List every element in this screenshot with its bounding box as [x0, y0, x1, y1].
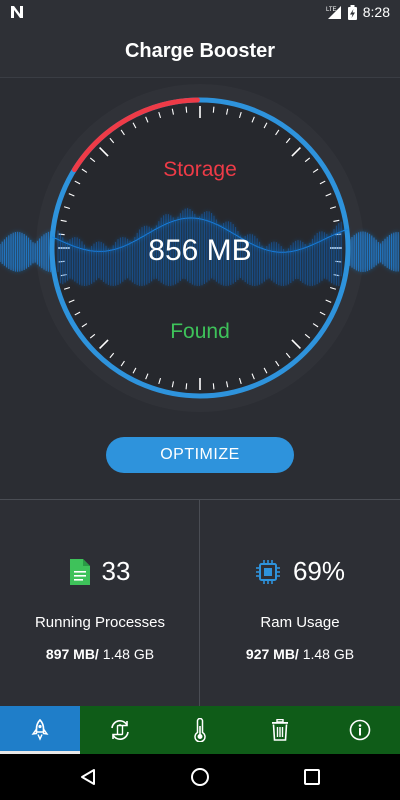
- ram-memory-total: 1.48 GB: [298, 646, 355, 662]
- running-processes-card[interactable]: 33 Running Processes 897 MB/ 1.48 GB: [0, 500, 200, 707]
- processes-memory: 897 MB/ 1.48 GB: [0, 646, 200, 662]
- nav-junk-cleaner[interactable]: [240, 706, 320, 754]
- signal-icon: LTE: [326, 6, 341, 19]
- storage-label: Storage: [163, 158, 237, 181]
- storage-gauge: Storage 856 MB Found: [0, 78, 400, 428]
- found-label: Found: [170, 320, 230, 343]
- processes-label: Running Processes: [34, 614, 166, 631]
- gauge-tick: [212, 106, 215, 113]
- nav-boost[interactable]: [0, 706, 80, 754]
- page-title: Charge Booster: [124, 40, 276, 62]
- home-button[interactable]: [170, 754, 230, 800]
- gauge-tick: [212, 383, 215, 390]
- ram-label: Ram Usage: [260, 614, 340, 631]
- trash-icon: [272, 719, 288, 741]
- document-icon: [69, 558, 90, 585]
- stats-panel: 33 Running Processes 897 MB/ 1.48 GB 69%…: [0, 499, 400, 707]
- ram-usage-card[interactable]: 69% Ram Usage 927 MB/ 1.48 GB: [200, 500, 400, 707]
- cpu-chip-icon: [255, 559, 280, 584]
- thermometer-icon: [194, 718, 206, 742]
- processes-count: 33: [101, 556, 131, 586]
- battery-charging-icon: [347, 4, 357, 20]
- storage-value: 856 MB: [148, 234, 252, 267]
- info-icon: [349, 719, 371, 741]
- app-header: Charge Booster: [0, 24, 400, 78]
- home-circle-icon: [191, 768, 209, 786]
- ram-memory: 927 MB/ 1.48 GB: [200, 646, 400, 662]
- back-triangle-icon: [81, 769, 95, 785]
- processes-memory-used: 897 MB/: [45, 646, 99, 662]
- clock: 8:28: [362, 4, 390, 20]
- ram-percent: 69%: [292, 556, 346, 586]
- recents-square-icon: [304, 769, 320, 785]
- nav-info[interactable]: [320, 706, 400, 754]
- bottom-nav: [0, 706, 400, 754]
- nav-battery-saver[interactable]: [80, 706, 160, 754]
- system-nav-bar: [0, 754, 400, 800]
- gauge-tick: [185, 383, 188, 390]
- notification-n-icon: [11, 6, 23, 18]
- status-bar: LTE 8:28: [0, 0, 400, 24]
- back-button[interactable]: [58, 754, 118, 800]
- nav-cpu-cooler[interactable]: [160, 706, 240, 754]
- processes-memory-total: 1.48 GB: [98, 646, 155, 662]
- battery-refresh-icon: [111, 720, 129, 740]
- rocket-icon: [31, 719, 49, 741]
- ram-memory-used: 927 MB/: [245, 646, 299, 662]
- recents-button[interactable]: [282, 754, 342, 800]
- optimize-button[interactable]: OPTIMIZE: [106, 437, 294, 473]
- gauge-tick: [185, 106, 188, 113]
